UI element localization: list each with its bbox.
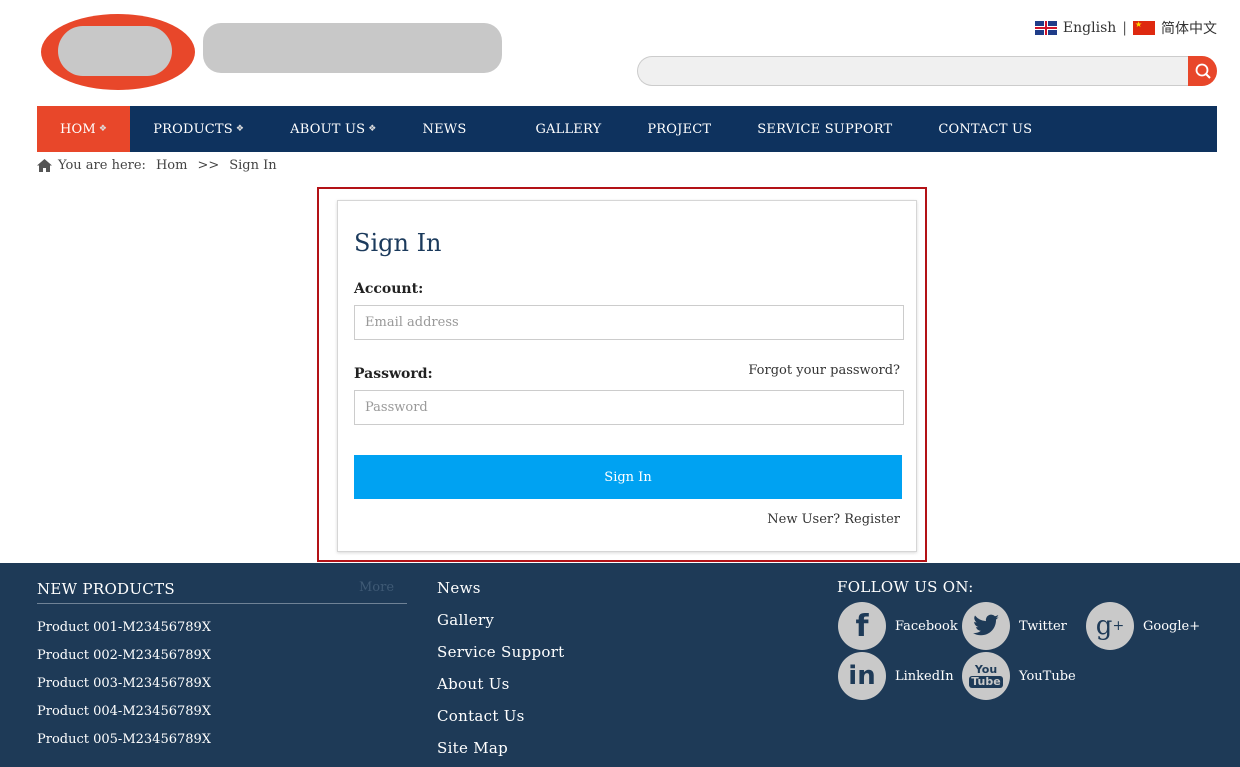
- account-label: Account:: [354, 281, 424, 297]
- chevron-down-icon: ❖: [98, 124, 108, 134]
- lang-chinese-link[interactable]: 简体中文: [1161, 18, 1217, 38]
- product-link[interactable]: Product 005-M23456789X: [37, 731, 211, 759]
- china-flag-icon[interactable]: ★: [1133, 21, 1155, 35]
- new-products-title: NEW PRODUCTS: [37, 580, 175, 598]
- footer-links: News Gallery Service Support About Us Co…: [437, 578, 565, 767]
- home-icon: [37, 159, 52, 172]
- nav-item-label: SERVICE SUPPORT: [757, 121, 893, 137]
- logo-text-placeholder: [203, 23, 502, 73]
- social-label: Facebook: [895, 618, 958, 634]
- breadcrumb-prefix: You are here:: [58, 158, 146, 173]
- lang-english-link[interactable]: English: [1063, 20, 1116, 36]
- email-field[interactable]: [354, 305, 904, 340]
- divider: [37, 603, 407, 604]
- social-label: Twitter: [1019, 618, 1067, 634]
- breadcrumb-home-link[interactable]: Hom: [156, 158, 188, 173]
- nav-item-products[interactable]: PRODUCTS ❖: [130, 106, 267, 152]
- footer-link-gallery[interactable]: Gallery: [437, 610, 565, 642]
- product-link[interactable]: Product 001-M23456789X: [37, 619, 211, 647]
- twitter-icon: [962, 602, 1010, 650]
- register-link[interactable]: New User? Register: [767, 512, 900, 527]
- password-label: Password:: [354, 366, 433, 382]
- social-facebook[interactable]: f Facebook: [838, 602, 958, 650]
- nav-item-label: HOM: [60, 121, 96, 137]
- nav-item-contact-us[interactable]: CONTACT US: [915, 106, 1055, 152]
- social-label: LinkedIn: [895, 668, 954, 684]
- sign-in-button[interactable]: Sign In: [354, 455, 902, 499]
- social-label: Google+: [1143, 618, 1201, 634]
- nav-item-label: GALLERY: [535, 121, 602, 137]
- more-link[interactable]: More: [359, 580, 394, 595]
- breadcrumb-separator: >>: [197, 158, 220, 173]
- lang-separator: |: [1122, 20, 1127, 36]
- search-button[interactable]: [1188, 56, 1217, 86]
- youtube-icon: You Tube: [962, 652, 1010, 700]
- signin-title: Sign In: [354, 229, 442, 257]
- footer-link-site-map[interactable]: Site Map: [437, 738, 565, 767]
- nav-item-service-support[interactable]: SERVICE SUPPORT: [734, 106, 915, 152]
- breadcrumb-current: Sign In: [229, 158, 277, 173]
- google-plus-icon: g +: [1086, 602, 1134, 650]
- logo[interactable]: [41, 14, 195, 90]
- footer: NEW PRODUCTS More Product 001-M23456789X…: [0, 563, 1240, 767]
- social-twitter[interactable]: Twitter: [962, 602, 1067, 650]
- product-link[interactable]: Product 004-M23456789X: [37, 703, 211, 731]
- chevron-down-icon: ❖: [235, 124, 245, 134]
- footer-link-about-us[interactable]: About Us: [437, 674, 565, 706]
- footer-link-service-support[interactable]: Service Support: [437, 642, 565, 674]
- nav-item-label: NEWS: [422, 121, 467, 137]
- search-input[interactable]: [637, 56, 1189, 86]
- nav-item-gallery[interactable]: GALLERY: [489, 106, 624, 152]
- new-products-list: Product 001-M23456789X Product 002-M2345…: [37, 619, 211, 759]
- nav-item-home[interactable]: HOM ❖: [37, 106, 131, 152]
- search-bar: [637, 56, 1217, 86]
- nav-item-project[interactable]: PROJECT: [624, 106, 734, 152]
- search-icon: [1195, 63, 1211, 79]
- language-switcher: English | ★ 简体中文: [1034, 18, 1217, 38]
- nav-item-about-us[interactable]: ABOUT US ❖: [267, 106, 399, 152]
- social-google-plus[interactable]: g + Google+: [1086, 602, 1200, 650]
- uk-flag-icon[interactable]: [1034, 21, 1057, 35]
- nav-item-label: ABOUT US: [290, 121, 366, 137]
- social-linkedin[interactable]: in LinkedIn: [838, 652, 954, 700]
- footer-link-contact-us[interactable]: Contact Us: [437, 706, 565, 738]
- forgot-password-link[interactable]: Forgot your password?: [748, 363, 900, 378]
- nav-item-label: CONTACT US: [938, 121, 1033, 137]
- social-label: YouTube: [1019, 668, 1076, 684]
- chevron-down-icon: ❖: [368, 124, 377, 134]
- nav-item-label: PROJECT: [647, 121, 712, 137]
- product-link[interactable]: Product 003-M23456789X: [37, 675, 211, 703]
- logo-inner: [58, 26, 172, 76]
- signin-panel: Sign In Account: Password: Forgot your p…: [337, 200, 917, 552]
- nav-item-news[interactable]: NEWS: [400, 106, 490, 152]
- main-nav: HOM ❖ PRODUCTS ❖ ABOUT US ❖ NEWS GALLERY PR…: [37, 106, 1217, 152]
- footer-link-news[interactable]: News: [437, 578, 565, 610]
- breadcrumb: You are here: Hom >> Sign In: [37, 158, 277, 173]
- facebook-icon: f: [838, 602, 886, 650]
- linkedin-icon: in: [838, 652, 886, 700]
- follow-us-title: FOLLOW US ON:: [837, 578, 974, 596]
- social-youtube[interactable]: You Tube YouTube: [962, 652, 1076, 700]
- product-link[interactable]: Product 002-M23456789X: [37, 647, 211, 675]
- nav-item-label: PRODUCTS: [153, 121, 233, 137]
- password-field[interactable]: [354, 390, 904, 425]
